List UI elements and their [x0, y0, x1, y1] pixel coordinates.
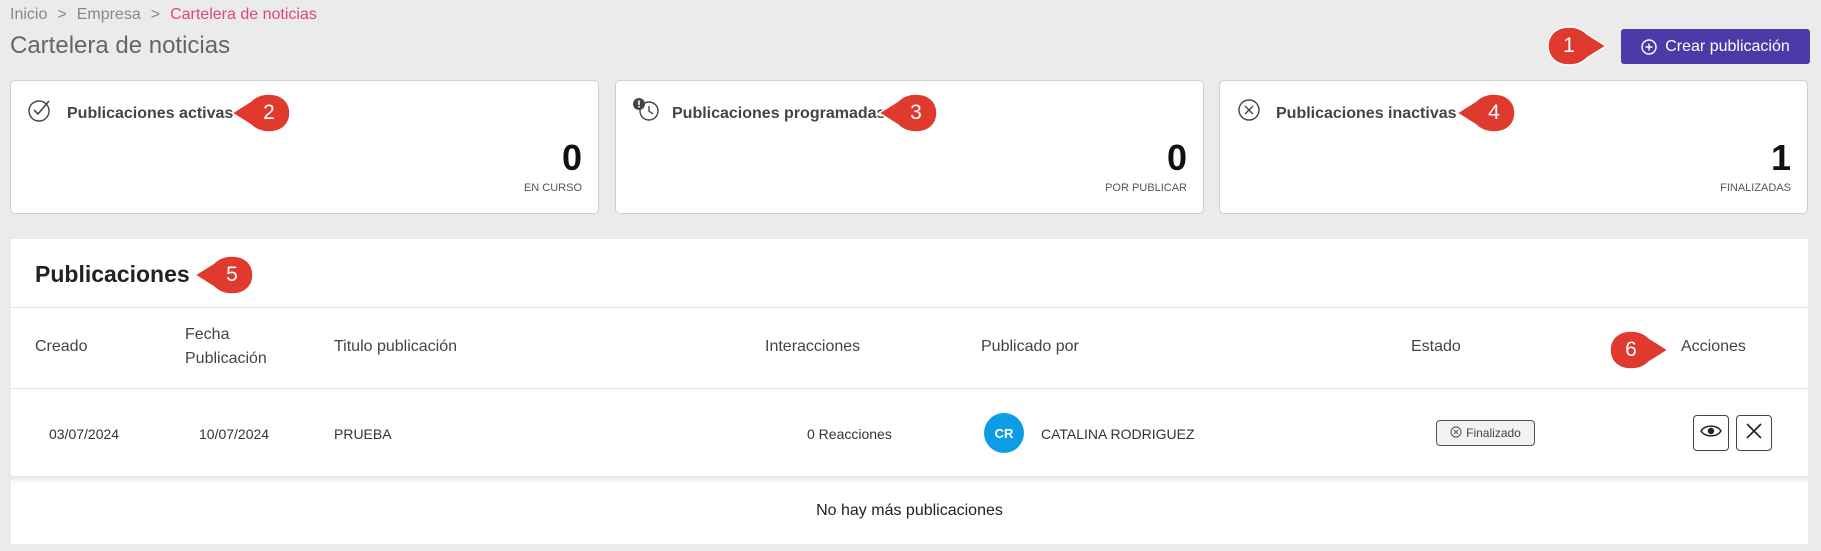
annotation-number: 2 — [263, 101, 275, 124]
annotation-number: 3 — [910, 101, 922, 124]
column-header-author: Publicado por — [981, 338, 1079, 355]
annotation-marker: 1 — [1546, 25, 1608, 67]
publications-title: Publicaciones — [35, 261, 190, 287]
status-label: Finalizado — [1466, 426, 1521, 440]
cell-created: 03/07/2024 — [49, 426, 120, 442]
annotation-number: 6 — [1625, 338, 1637, 361]
view-button[interactable] — [1693, 415, 1729, 451]
cell-title: PRUEBA — [334, 426, 392, 442]
column-header-published: Fecha Publicación — [185, 323, 267, 371]
annotation-marker: 3 — [877, 92, 939, 134]
no-more-publications: No hay más publicaciones — [816, 502, 1003, 519]
annotation-marker: 2 — [230, 92, 292, 134]
annotation-number: 1 — [1563, 34, 1575, 57]
cell-published: 10/07/2024 — [199, 426, 270, 442]
check-circle-icon — [27, 97, 53, 128]
row-separator — [11, 476, 1808, 484]
create-publication-button[interactable]: Crear publicación — [1621, 29, 1810, 64]
breadcrumb: Inicio > Empresa > Cartelera de noticias — [10, 6, 317, 24]
x-circle-icon — [1236, 97, 1262, 128]
eye-icon — [1700, 423, 1722, 444]
divider — [11, 307, 1808, 308]
plus-circle-icon — [1641, 38, 1657, 55]
page-title: Cartelera de noticias — [10, 32, 231, 59]
card-active-publications: Publicaciones activas 0 EN CURSO — [10, 80, 599, 214]
card-subtitle: POR PUBLICAR — [1105, 182, 1187, 194]
annotation-number: 4 — [1488, 101, 1500, 124]
column-header-status: Estado — [1411, 338, 1461, 355]
breadcrumb-separator: > — [57, 6, 67, 23]
annotation-marker: 6 — [1608, 329, 1670, 371]
clock-alert-icon — [632, 97, 660, 128]
card-subtitle: FINALIZADAS — [1720, 182, 1791, 194]
column-header-published-line1: Fecha — [185, 326, 230, 343]
column-header-actions: Acciones — [1681, 338, 1746, 355]
avatar: CR — [984, 413, 1024, 453]
breadcrumb-company[interactable]: Empresa — [77, 6, 141, 24]
divider — [11, 388, 1808, 389]
annotation-marker: 5 — [193, 254, 255, 296]
column-header-interactions: Interacciones — [765, 338, 861, 355]
card-subtitle: EN CURSO — [523, 182, 582, 194]
column-header-title: Titulo publicación — [334, 338, 458, 355]
breadcrumb-separator: > — [150, 6, 161, 23]
publications-panel: Publicaciones Creado Fecha Publicación T… — [11, 239, 1808, 544]
column-header-published-line2: Publicación — [185, 350, 267, 367]
annotation-number: 5 — [226, 263, 238, 286]
card-value: 0 — [1166, 137, 1187, 178]
cell-interactions: 0 Reacciones — [807, 426, 892, 442]
cell-author: CATALINA RODRIGUEZ — [1041, 426, 1195, 442]
close-icon — [1745, 422, 1763, 445]
close-button[interactable] — [1736, 415, 1772, 451]
x-circle-icon — [1450, 426, 1462, 441]
create-publication-label: Crear publicación — [1665, 37, 1790, 55]
card-title: Publicaciones inactivas — [1276, 105, 1457, 122]
breadcrumb-current: Cartelera de noticias — [170, 6, 317, 23]
card-value: 1 — [1770, 137, 1791, 178]
annotation-marker: 4 — [1455, 92, 1517, 134]
status-badge: Finalizado — [1436, 420, 1535, 446]
breadcrumb-home[interactable]: Inicio — [10, 6, 47, 24]
card-title: Publicaciones activas — [67, 105, 234, 122]
column-header-created: Creado — [35, 338, 88, 355]
card-value: 0 — [561, 137, 582, 178]
card-title: Publicaciones programadas — [672, 105, 886, 122]
